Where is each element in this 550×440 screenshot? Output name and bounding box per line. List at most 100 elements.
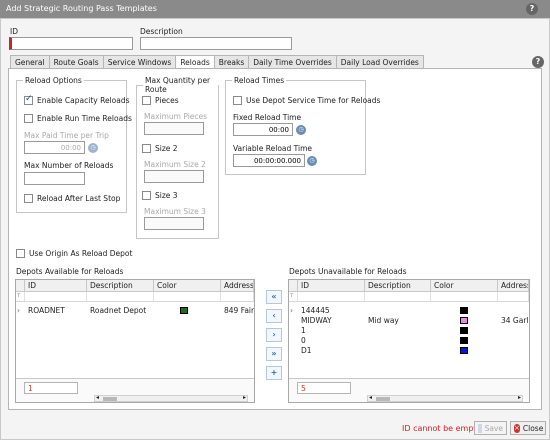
pieces-checkbox[interactable]: Pieces bbox=[142, 96, 179, 105]
variable-reload-time-input[interactable] bbox=[233, 154, 305, 167]
enable-run-time-reloads-checkbox[interactable]: Enable Run Time Reloads bbox=[24, 114, 132, 123]
tab-service-windows[interactable]: Service Windows bbox=[102, 55, 177, 69]
use-depot-service-time-checkbox[interactable]: Use Depot Service Time for Reloads bbox=[233, 96, 380, 105]
column-header[interactable]: ID bbox=[25, 280, 87, 291]
grid-footer: 1 ◂ ▸ bbox=[16, 378, 254, 402]
tab-daily-load-overrides[interactable]: Daily Load Overrides bbox=[335, 55, 424, 69]
size3-checkbox[interactable]: Size 3 bbox=[142, 191, 178, 200]
close-icon: × bbox=[514, 423, 520, 433]
unavailable-depots-grid: ID Description Color Address L ᴛ › 14444… bbox=[288, 279, 530, 403]
max-size2-input[interactable] bbox=[144, 170, 204, 183]
description-input[interactable] bbox=[140, 37, 292, 50]
color-swatch bbox=[460, 327, 468, 334]
enable-capacity-reloads-checkbox[interactable]: Enable Capacity Reloads bbox=[24, 94, 130, 105]
move-left-button[interactable]: ‹ bbox=[266, 309, 282, 323]
max-size2-label: Maximum Size 2 bbox=[144, 160, 206, 169]
grid-footer: 5 ◂ ▸ bbox=[289, 378, 529, 402]
use-origin-as-reload-depot-label: Use Origin As Reload Depot bbox=[29, 249, 133, 258]
tab-general[interactable]: General bbox=[10, 55, 50, 69]
checkbox-checked-icon bbox=[24, 94, 33, 105]
table-row[interactable]: 0 bbox=[289, 336, 529, 345]
column-header[interactable]: Color bbox=[431, 280, 498, 291]
table-row[interactable]: › ROADNET Roadnet Depot 849 Fairm bbox=[16, 306, 254, 315]
cell-description: Roadnet Depot bbox=[90, 306, 147, 315]
id-input[interactable] bbox=[9, 37, 133, 50]
column-header[interactable]: Address L bbox=[221, 280, 254, 291]
use-origin-as-reload-depot-checkbox[interactable]: Use Origin As Reload Depot bbox=[16, 249, 132, 258]
max-reloads-input[interactable] bbox=[24, 172, 85, 185]
color-swatch bbox=[460, 317, 468, 324]
size3-label: Size 3 bbox=[155, 191, 178, 200]
max-paid-time-input[interactable] bbox=[24, 141, 85, 154]
scroll-left-icon[interactable]: ◂ bbox=[369, 394, 372, 401]
size2-checkbox[interactable]: Size 2 bbox=[142, 144, 178, 153]
tab-strip: General Route Goals Service Windows Relo… bbox=[10, 55, 424, 70]
scroll-right-icon[interactable]: ▸ bbox=[518, 394, 521, 401]
add-depot-button[interactable]: + bbox=[266, 366, 282, 380]
tab-route-goals[interactable]: Route Goals bbox=[48, 55, 104, 69]
max-pieces-label: Maximum Pieces bbox=[144, 112, 208, 121]
unavailable-depots-title: Depots Unavailable for Reloads bbox=[289, 267, 407, 276]
max-pieces-input[interactable] bbox=[144, 122, 204, 135]
tab-daily-time-overrides[interactable]: Daily Time Overrides bbox=[248, 55, 337, 69]
close-button[interactable]: × Close bbox=[510, 421, 546, 435]
table-row[interactable]: MIDWAY Mid way 34 Garlin bbox=[289, 316, 529, 325]
color-swatch bbox=[460, 337, 468, 344]
filter-row[interactable]: ᴛ bbox=[16, 292, 254, 302]
id-label: ID bbox=[10, 27, 18, 36]
tab-breaks[interactable]: Breaks bbox=[213, 55, 250, 69]
horizontal-scrollbar[interactable]: ◂ ▸ bbox=[367, 394, 523, 402]
fixed-reload-time-input[interactable] bbox=[233, 123, 293, 136]
fixed-reload-time-label: Fixed Reload Time bbox=[233, 113, 302, 122]
cell-description: Mid way bbox=[368, 316, 399, 325]
max-size3-input[interactable] bbox=[144, 217, 204, 230]
reload-after-last-stop-checkbox[interactable]: Reload After Last Stop bbox=[24, 194, 120, 203]
column-header[interactable]: Address L bbox=[498, 280, 529, 291]
save-button[interactable]: Save bbox=[474, 421, 507, 435]
filter-icon: ᴛ bbox=[16, 292, 25, 301]
scroll-right-icon[interactable]: ▸ bbox=[243, 394, 246, 401]
cell-address: 34 Garlin bbox=[501, 316, 529, 325]
time-picker-icon[interactable]: ◷ bbox=[307, 156, 317, 166]
table-row[interactable]: › 144445 bbox=[289, 306, 529, 315]
row-indicator-header bbox=[289, 280, 298, 291]
cell-id: MIDWAY bbox=[301, 316, 332, 325]
move-all-right-button[interactable]: » bbox=[266, 347, 282, 361]
color-swatch bbox=[460, 307, 468, 314]
checkbox-icon bbox=[142, 144, 151, 153]
cell-id: 144445 bbox=[301, 306, 330, 315]
move-right-button[interactable]: › bbox=[266, 328, 282, 342]
enable-run-time-reloads-label: Enable Run Time Reloads bbox=[37, 114, 132, 123]
validation-error: ID cannot be empty bbox=[402, 424, 482, 433]
filter-row[interactable]: ᴛ bbox=[289, 292, 529, 302]
tab-help-icon[interactable]: ? bbox=[532, 56, 544, 68]
time-picker-icon[interactable]: ◷ bbox=[296, 125, 306, 135]
scrollbar-thumb[interactable] bbox=[376, 397, 390, 401]
time-picker-icon[interactable]: ◷ bbox=[88, 143, 98, 153]
move-all-left-button[interactable]: « bbox=[266, 290, 282, 304]
cell-address bbox=[498, 336, 529, 345]
help-icon[interactable]: ? bbox=[526, 3, 538, 15]
available-depots-grid: ID Description Color Address L ᴛ › ROADN… bbox=[15, 279, 255, 403]
column-header[interactable]: Description bbox=[365, 280, 431, 291]
table-row[interactable]: 1 bbox=[289, 326, 529, 335]
scroll-left-icon[interactable]: ◂ bbox=[96, 394, 99, 401]
reload-times-title: Reload Times bbox=[234, 76, 285, 85]
max-paid-time-label: Max Paid Time per Trip bbox=[24, 131, 109, 140]
scrollbar-thumb[interactable] bbox=[103, 397, 117, 401]
use-depot-service-time-label: Use Depot Service Time for Reloads bbox=[246, 96, 381, 105]
available-depots-title: Depots Available for Reloads bbox=[16, 267, 124, 276]
size2-label: Size 2 bbox=[155, 144, 178, 153]
table-row[interactable]: D1 bbox=[289, 346, 529, 355]
cell-id: 1 bbox=[301, 326, 306, 335]
column-header[interactable]: ID bbox=[298, 280, 365, 291]
variable-reload-time-label: Variable Reload Time bbox=[233, 144, 313, 153]
column-header[interactable]: Description bbox=[87, 280, 154, 291]
horizontal-scrollbar[interactable]: ◂ ▸ bbox=[94, 394, 248, 402]
reload-after-last-stop-label: Reload After Last Stop bbox=[37, 194, 121, 203]
column-header[interactable]: Color bbox=[154, 280, 221, 291]
checkbox-icon bbox=[233, 96, 242, 105]
row-count: 1 bbox=[24, 382, 78, 394]
grid-header: ID Description Color Address L bbox=[289, 280, 529, 292]
checkbox-icon bbox=[24, 194, 33, 203]
